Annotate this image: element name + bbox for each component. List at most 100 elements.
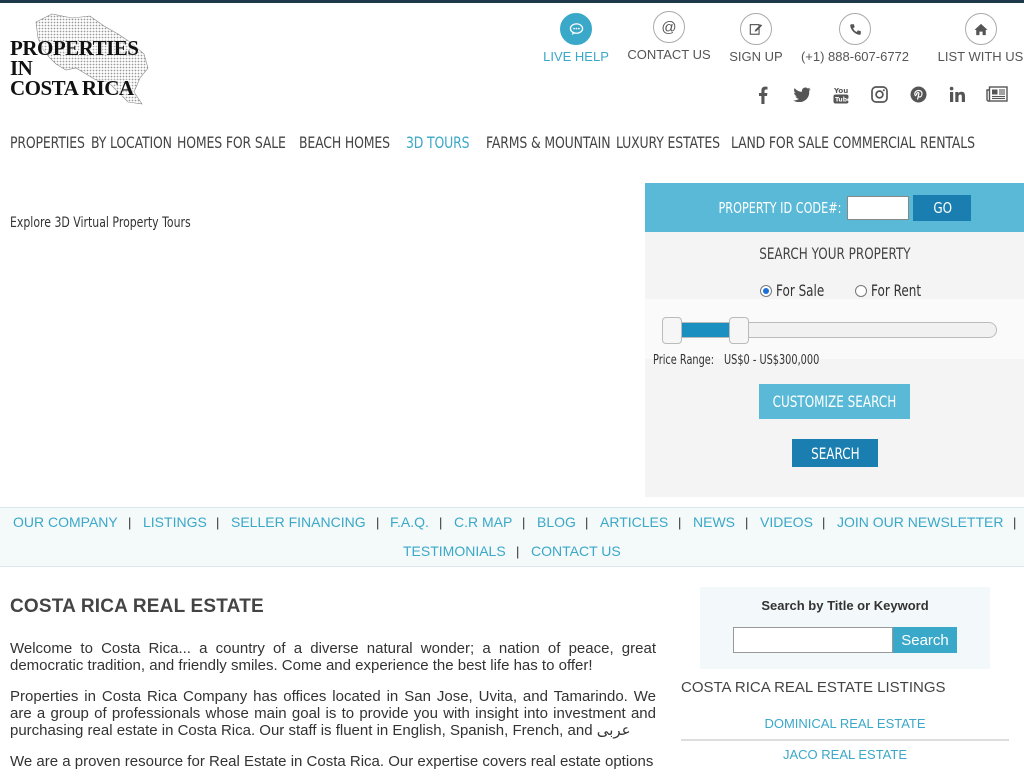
top-bar: [0, 0, 1024, 3]
link-newsletter[interactable]: JOIN OUR NEWSLETTER: [837, 514, 1003, 530]
chat-icon: [560, 13, 592, 45]
svg-text:You: You: [833, 87, 848, 95]
instagram-icon[interactable]: [860, 86, 899, 108]
for-rent-radio-dot: [855, 284, 867, 297]
sale-rent-radios: For Sale For Rent: [645, 281, 1024, 305]
sign-up-label: SIGN UP: [729, 49, 783, 64]
customize-search-button[interactable]: CUSTOMIZE SEARCH: [759, 384, 910, 419]
link-our-company[interactable]: OUR COMPANY: [13, 514, 118, 530]
live-help-label: LIVE HELP: [543, 49, 609, 64]
main-content: COSTA RICA REAL ESTATE Welcome to Costa …: [10, 596, 656, 784]
keyword-search-input[interactable]: [733, 627, 893, 653]
price-slider-min-handle[interactable]: [662, 317, 682, 344]
price-slider-max-handle[interactable]: [729, 317, 749, 344]
property-id-label: PROPERTY ID CODE#:: [718, 198, 841, 217]
link-blog[interactable]: BLOG: [537, 514, 576, 530]
nav-by-location[interactable]: BY LOCATION: [91, 133, 172, 152]
nav-properties[interactable]: PROPERTIES: [10, 133, 85, 152]
property-search-panel: PROPERTY ID CODE#: GO SEARCH YOUR PROPER…: [645, 183, 1024, 497]
contact-us-link[interactable]: @ CONTACT US: [626, 11, 712, 62]
keyword-search-button[interactable]: Search: [893, 627, 957, 653]
nav-commercial[interactable]: COMMERCIAL: [833, 133, 915, 152]
link-articles[interactable]: ARTICLES: [600, 514, 668, 530]
separator: |: [516, 544, 520, 559]
nav-3d-tours[interactable]: 3D TOURS: [406, 133, 470, 152]
top-links: LIVE HELP @ CONTACT US SIGN UP (+1) 888-…: [0, 11, 1024, 73]
contact-us-label: CONTACT US: [627, 47, 711, 62]
page-subtitle: Explore 3D Virtual Property Tours: [10, 215, 191, 231]
twitter-icon[interactable]: [782, 86, 821, 108]
phone-link[interactable]: (+1) 888-607-6772: [798, 13, 912, 64]
customize-search-label: CUSTOMIZE SEARCH: [772, 392, 897, 411]
at-icon: @: [653, 11, 685, 43]
keyword-search-title: Search by Title or Keyword: [761, 598, 929, 613]
separator: |: [745, 515, 749, 530]
separator: |: [128, 515, 132, 530]
link-faq[interactable]: F.A.Q.: [390, 514, 429, 530]
page-title: COSTA RICA REAL ESTATE: [10, 596, 264, 617]
link-cr-map[interactable]: C.R MAP: [454, 514, 512, 530]
edit-icon: [740, 13, 772, 45]
link-testimonials[interactable]: TESTIMONIALS: [403, 543, 506, 559]
nav-farms-mountain[interactable]: FARMS & MOUNTAIN: [486, 133, 611, 152]
logo-line-2: COSTA RICA: [10, 76, 134, 100]
separator: |: [822, 515, 826, 530]
separator: |: [585, 515, 589, 530]
for-sale-label: For Sale: [776, 281, 825, 300]
secondary-nav: OUR COMPANY | LISTINGS | SELLER FINANCIN…: [0, 507, 1024, 567]
linkedin-icon[interactable]: [938, 86, 977, 108]
nav-luxury-estates[interactable]: LUXURY ESTATES: [616, 133, 720, 152]
list-with-us-label: LIST WITH US: [937, 49, 1024, 64]
go-label: GO: [933, 198, 952, 217]
property-id-input[interactable]: [847, 195, 910, 220]
link-videos[interactable]: VIDEOS: [760, 514, 813, 530]
link-listings[interactable]: LISTINGS: [143, 514, 207, 530]
nav-beach-homes[interactable]: BEACH HOMES: [299, 133, 390, 152]
search-button[interactable]: SEARCH: [792, 439, 878, 467]
resource-paragraph: We are a proven resource for Real Estate…: [10, 753, 654, 770]
facebook-icon[interactable]: [743, 86, 782, 108]
search-heading: SEARCH YOUR PROPERTY: [645, 244, 1024, 263]
phone-icon: [839, 13, 871, 45]
list-with-us-link[interactable]: LIST WITH US: [937, 13, 1024, 64]
for-rent-label: For Rent: [871, 281, 922, 300]
youtube-icon[interactable]: You Tube: [821, 86, 860, 108]
nav-rentals[interactable]: RENTALS: [920, 133, 975, 152]
newspaper-icon[interactable]: [977, 86, 1016, 108]
price-range-value: US$0 - US$300,000: [724, 353, 820, 368]
separator: |: [678, 515, 682, 530]
nav-land-for-sale[interactable]: LAND FOR SALE: [731, 133, 829, 152]
search-button-label: SEARCH: [810, 443, 860, 463]
for-rent-radio[interactable]: For Rent: [855, 281, 938, 300]
for-sale-radio[interactable]: For Sale: [760, 281, 840, 300]
home-icon: [964, 13, 997, 45]
listing-link-dominical[interactable]: DOMINICAL REAL ESTATE: [681, 716, 1009, 731]
go-button[interactable]: GO: [913, 194, 972, 221]
social-links: You Tube: [743, 86, 1016, 108]
separator: |: [216, 515, 220, 530]
separator: |: [439, 515, 443, 530]
link-contact-us[interactable]: CONTACT US: [531, 543, 621, 559]
svg-text:Tube: Tube: [835, 97, 849, 104]
pinterest-icon[interactable]: [899, 86, 938, 108]
search-heading-text: SEARCH YOUR PROPERTY: [758, 244, 911, 263]
separator: |: [1013, 515, 1017, 530]
sign-up-link[interactable]: SIGN UP: [727, 13, 785, 64]
link-seller-financing[interactable]: SELLER FINANCING: [231, 514, 366, 530]
intro-paragraph: Welcome to Costa Rica... a country of a …: [10, 640, 656, 674]
separator: |: [376, 515, 380, 530]
live-help-link[interactable]: LIVE HELP: [543, 13, 609, 64]
company-paragraph: Properties in Costa Rica Company has off…: [10, 688, 656, 739]
separator: |: [522, 515, 526, 530]
main-nav: PROPERTIES BY LOCATION HOMES FOR SALE BE…: [0, 133, 1024, 159]
listings-heading: COSTA RICA REAL ESTATE LISTINGS: [681, 679, 946, 696]
nav-homes-for-sale[interactable]: HOMES FOR SALE: [177, 133, 286, 152]
property-id-bar: PROPERTY ID CODE#: GO: [645, 183, 1024, 232]
for-sale-radio-dot: [760, 284, 772, 297]
link-news[interactable]: NEWS: [693, 514, 735, 530]
listing-link-jaco[interactable]: JACO REAL ESTATE: [681, 747, 1009, 762]
keyword-search-box: Search by Title or Keyword Search: [700, 587, 990, 669]
listing-divider: [681, 739, 1009, 741]
price-range-label: Price Range:: [653, 353, 715, 368]
phone-label: (+1) 888-607-6772: [800, 49, 910, 64]
